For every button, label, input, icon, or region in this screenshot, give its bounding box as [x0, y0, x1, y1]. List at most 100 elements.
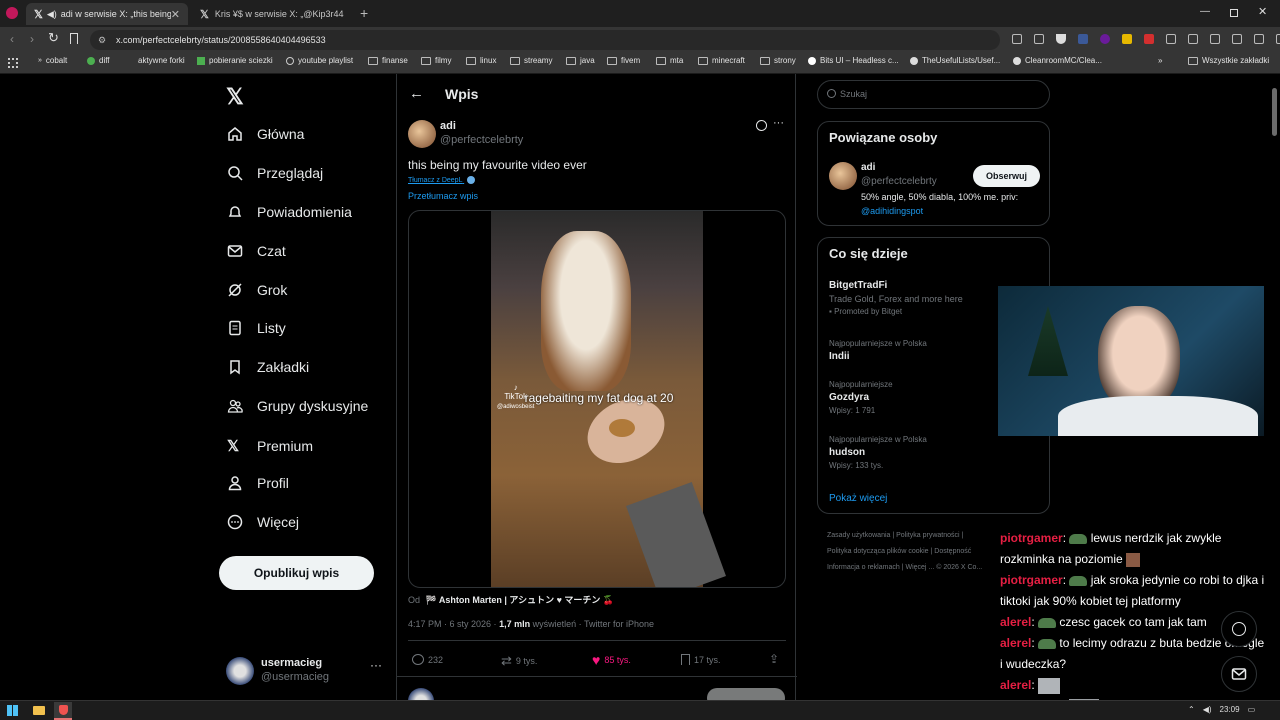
more-options-icon[interactable]: ··· [370, 658, 382, 672]
browser-profile-icon[interactable] [6, 7, 18, 19]
close-tab-icon[interactable]: ✕ [171, 8, 180, 21]
related-name[interactable]: adi [861, 162, 875, 173]
trend-item[interactable]: Najpopularniejsze w Polska Indii [829, 339, 927, 362]
volume-icon[interactable]: ◀) [1203, 705, 1212, 714]
emote-icon [1038, 677, 1061, 694]
share-icon[interactable]: ⇪ [769, 652, 779, 666]
bookmark-folder[interactable]: strony [760, 56, 796, 65]
apps-grid-icon[interactable] [8, 58, 18, 68]
avatar[interactable] [408, 120, 436, 148]
bookmark-item[interactable]: » cobalt [38, 56, 67, 65]
search-input[interactable]: Szukaj [817, 80, 1050, 109]
address-toolbar: ‹ › ↻ ⚙ x.com/perfectcelebrty/status/200… [0, 27, 1280, 53]
page-scrollbar[interactable] [1272, 88, 1277, 136]
browser-tab-active[interactable]: 𝕏 ◀) adi w serwisie X: „this being m ✕ [26, 3, 188, 25]
nav-item-home[interactable]: Główna [227, 126, 304, 142]
back-icon[interactable]: ‹ [10, 32, 14, 46]
like-button[interactable]: ♥ 85 tys. [592, 652, 631, 668]
nav-item-premium[interactable]: 𝕏 Premium [227, 437, 313, 455]
bookmark-folder[interactable]: minecraft [698, 56, 745, 65]
bookmark-item[interactable]: aktywne forki [128, 56, 185, 65]
bookmark-folder[interactable]: mta [656, 56, 683, 65]
follow-button[interactable]: Obserwuj [973, 165, 1040, 187]
bookmark-item[interactable]: youtube playlist [286, 56, 353, 65]
divider [408, 640, 786, 641]
author-name[interactable]: adi [440, 120, 456, 132]
reply-submit-button[interactable] [707, 688, 785, 700]
x-logo-icon[interactable]: 𝕏 [226, 84, 244, 110]
new-tab-button[interactable]: + [360, 5, 368, 21]
reply-button[interactable]: 232 [412, 654, 443, 665]
system-tray[interactable]: ⌃ ◀) 23:09 ▭ [1188, 705, 1255, 714]
bookmark-button[interactable]: 17 tys. [681, 654, 721, 665]
nav-item-communities[interactable]: Grupy dyskusyjne [227, 398, 368, 414]
show-more-link[interactable]: Pokaż więcej [829, 493, 887, 504]
minimize-button[interactable]: — [1200, 6, 1210, 17]
grok-floating-button[interactable] [1221, 611, 1257, 647]
bookmark-folder[interactable]: fivem [607, 56, 640, 65]
nav-item-profile[interactable]: Profil [227, 475, 289, 491]
translate-deepl-link[interactable]: Tłumacz z DeepL [408, 176, 476, 184]
nav-item-chat[interactable]: Czat [227, 243, 286, 259]
folder-icon [760, 56, 770, 65]
bookmark-page-icon[interactable] [70, 33, 78, 44]
bookmark-folder[interactable]: linux [466, 56, 496, 65]
source-attribution[interactable]: Od 🏁 Ashton Marten | アシュトン ♥ マーチン 🍒 [408, 593, 614, 606]
nav-item-explore[interactable]: Przeglądaj [227, 165, 323, 181]
repost-button[interactable]: ⇄ 9 tys. [501, 653, 537, 669]
windows-start-icon[interactable] [7, 705, 18, 716]
trend-item[interactable]: Najpopularniejsze w Polska hudson Wpisy:… [829, 435, 927, 470]
grok-icon[interactable] [756, 120, 767, 131]
folder-icon [656, 56, 666, 65]
url-bar[interactable]: ⚙ x.com/perfectcelebrty/status/200855864… [90, 30, 1000, 50]
extensions-icons[interactable] [1012, 34, 1280, 44]
browser-taskbar-icon[interactable] [54, 702, 72, 720]
video-player[interactable]: ♪ TikTok @adiwosbeist ragebaiting my fat d… [408, 210, 786, 588]
x-logo-icon: 𝕏 [227, 438, 240, 455]
tab-title: adi w serwisie X: „this being m [60, 9, 171, 19]
nav-item-bookmarks[interactable]: Zakładki [227, 359, 309, 375]
reload-icon[interactable]: ↻ [48, 30, 59, 46]
nav-item-lists[interactable]: Listy [227, 320, 286, 336]
related-handle[interactable]: @perfectcelebrty [861, 176, 937, 187]
bookmark-item[interactable]: pobieranie sciezki [197, 56, 273, 65]
file-explorer-icon[interactable] [33, 706, 45, 715]
back-arrow-icon[interactable]: ← [409, 85, 424, 102]
account-switcher[interactable]: usermacieg @usermacieg ··· [226, 654, 386, 690]
messages-floating-button[interactable] [1221, 656, 1257, 692]
nav-item-notifications[interactable]: Powiadomienia [227, 204, 352, 220]
notifications-icon[interactable]: ▭ [1248, 705, 1256, 714]
browser-tab[interactable]: 𝕏 Kris ¥$ w serwisie X: „@Kip3r448 @p [192, 3, 352, 25]
post-text: this being my favourite video ever [408, 158, 587, 172]
bookmark-folder[interactable]: finanse [368, 56, 408, 65]
nav-item-grok[interactable]: Grok [227, 282, 287, 298]
more-options-icon[interactable]: ··· [773, 117, 784, 129]
nav-item-more[interactable]: Więcej [227, 514, 299, 530]
close-window-button[interactable]: ✕ [1258, 5, 1267, 18]
author-handle[interactable]: @perfectcelebrty [440, 134, 523, 146]
related-bio-link[interactable]: @adihidingspot [861, 206, 923, 216]
bookmark-item[interactable]: CleanroomMC/Clea... [1013, 56, 1102, 65]
avatar [226, 657, 254, 685]
bookmark-folder[interactable]: filmy [421, 56, 451, 65]
bookmark-folder[interactable]: streamy [510, 56, 552, 65]
translate-post-link[interactable]: Przetłumacz wpis [408, 191, 478, 201]
bookmark-item[interactable]: diff [87, 56, 110, 65]
restore-button[interactable] [1230, 9, 1238, 17]
more-bookmarks-icon[interactable]: » [1158, 56, 1162, 65]
trend-item[interactable]: Najpopularniejsze Gozdyra Wpisy: 1 791 [829, 380, 893, 415]
avatar[interactable] [829, 162, 857, 190]
bookmark-item[interactable]: Bits UI – Headless c... [808, 56, 899, 65]
clock[interactable]: 23:09 [1220, 705, 1240, 714]
chevron-up-icon[interactable]: ⌃ [1188, 705, 1195, 714]
dog-figure [541, 231, 631, 391]
forward-icon[interactable]: › [30, 32, 34, 46]
mail-icon [1231, 668, 1247, 680]
bookmark-item[interactable]: TheUsefulLists/Usef... [910, 56, 1000, 65]
bookmark-icon [197, 56, 205, 65]
bookmark-folder[interactable]: java [566, 56, 595, 65]
site-info-icon[interactable]: ⚙ [98, 30, 106, 50]
all-bookmarks-folder[interactable]: Wszystkie zakładki [1188, 56, 1269, 65]
speaker-icon[interactable]: ◀) [47, 9, 57, 20]
publish-post-button[interactable]: Opublikuj wpis [219, 556, 374, 590]
